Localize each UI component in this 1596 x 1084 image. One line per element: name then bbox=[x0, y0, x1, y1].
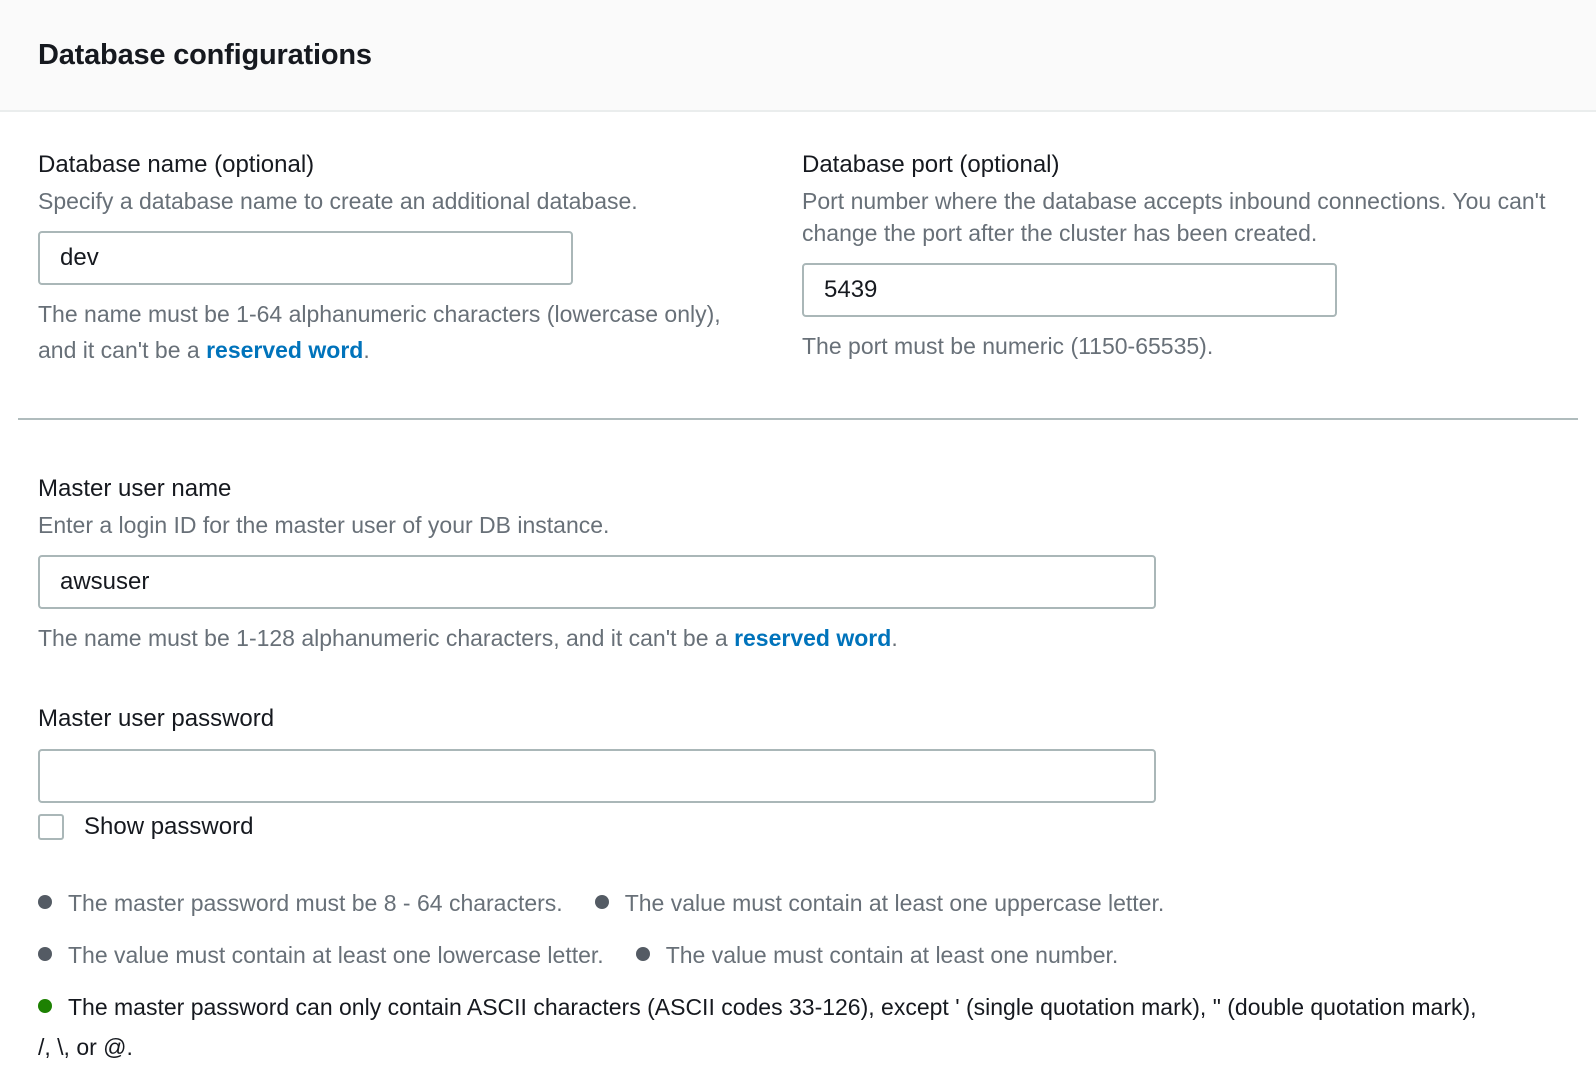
master-username-input[interactable] bbox=[38, 555, 1156, 609]
db-name-label: Database name (optional) bbox=[38, 148, 758, 181]
bullet-icon-success bbox=[38, 999, 52, 1013]
requirement-text: The master password must be 8 - 64 chara… bbox=[68, 890, 563, 916]
db-name-hint: The name must be 1-64 alphanumeric chara… bbox=[38, 296, 750, 368]
show-password-row: Show password bbox=[38, 813, 1558, 841]
db-name-description: Specify a database name to create an add… bbox=[38, 185, 758, 217]
db-port-hint: The port must be numeric (1150-65535). bbox=[802, 328, 1514, 364]
db-port-description: Port number where the database accepts i… bbox=[802, 185, 1547, 249]
master-username-description: Enter a login ID for the master user of … bbox=[38, 509, 783, 541]
db-name-field: Database name (optional) Specify a datab… bbox=[38, 148, 758, 368]
db-port-field: Database port (optional) Port number whe… bbox=[802, 148, 1558, 364]
requirement-text: The value must contain at least one lowe… bbox=[68, 942, 604, 968]
form-body: Database name (optional) Specify a datab… bbox=[0, 112, 1596, 1067]
master-password-field: Master user password Show password bbox=[38, 702, 1558, 841]
requirement-text: The master password can only contain ASC… bbox=[38, 994, 1477, 1060]
bullet-icon bbox=[38, 947, 52, 961]
reserved-word-link[interactable]: reserved word bbox=[206, 337, 363, 363]
requirement-item: The master password must be 8 - 64 chara… bbox=[38, 883, 563, 923]
db-port-label: Database port (optional) bbox=[802, 148, 1558, 181]
bullet-icon bbox=[38, 895, 52, 909]
master-password-label: Master user password bbox=[38, 702, 1558, 735]
section-header: Database configurations bbox=[0, 0, 1596, 112]
section-divider bbox=[18, 418, 1578, 420]
password-requirements-list: The master password must be 8 - 64 chara… bbox=[38, 883, 1486, 1067]
reserved-word-link[interactable]: reserved word bbox=[734, 625, 891, 651]
requirement-text: The value must contain at least one uppe… bbox=[625, 890, 1165, 916]
requirement-item: The value must contain at least one uppe… bbox=[595, 883, 1165, 923]
master-username-hint-text: The name must be 1-128 alphanumeric char… bbox=[38, 625, 734, 651]
master-username-field: Master user name Enter a login ID for th… bbox=[38, 472, 1558, 656]
bullet-icon bbox=[636, 947, 650, 961]
db-name-hint-period: . bbox=[363, 337, 369, 363]
requirement-text: The value must contain at least one numb… bbox=[666, 942, 1119, 968]
db-name-input[interactable] bbox=[38, 231, 573, 285]
master-username-label: Master user name bbox=[38, 472, 1558, 505]
show-password-label: Show password bbox=[84, 813, 253, 841]
requirement-item: The value must contain at least one numb… bbox=[636, 935, 1119, 975]
show-password-checkbox[interactable] bbox=[38, 814, 64, 840]
bullet-icon bbox=[595, 895, 609, 909]
master-username-hint: The name must be 1-128 alphanumeric char… bbox=[38, 620, 1238, 656]
master-username-hint-period: . bbox=[891, 625, 897, 651]
db-name-hint-text: The name must be 1-64 alphanumeric chara… bbox=[38, 301, 721, 363]
master-password-input[interactable] bbox=[38, 749, 1156, 803]
requirement-item: The value must contain at least one lowe… bbox=[38, 935, 604, 975]
page-title: Database configurations bbox=[38, 39, 372, 72]
db-name-port-row: Database name (optional) Specify a datab… bbox=[38, 148, 1558, 368]
requirement-item-satisfied: The master password can only contain ASC… bbox=[38, 987, 1486, 1067]
db-port-input[interactable] bbox=[802, 263, 1337, 317]
